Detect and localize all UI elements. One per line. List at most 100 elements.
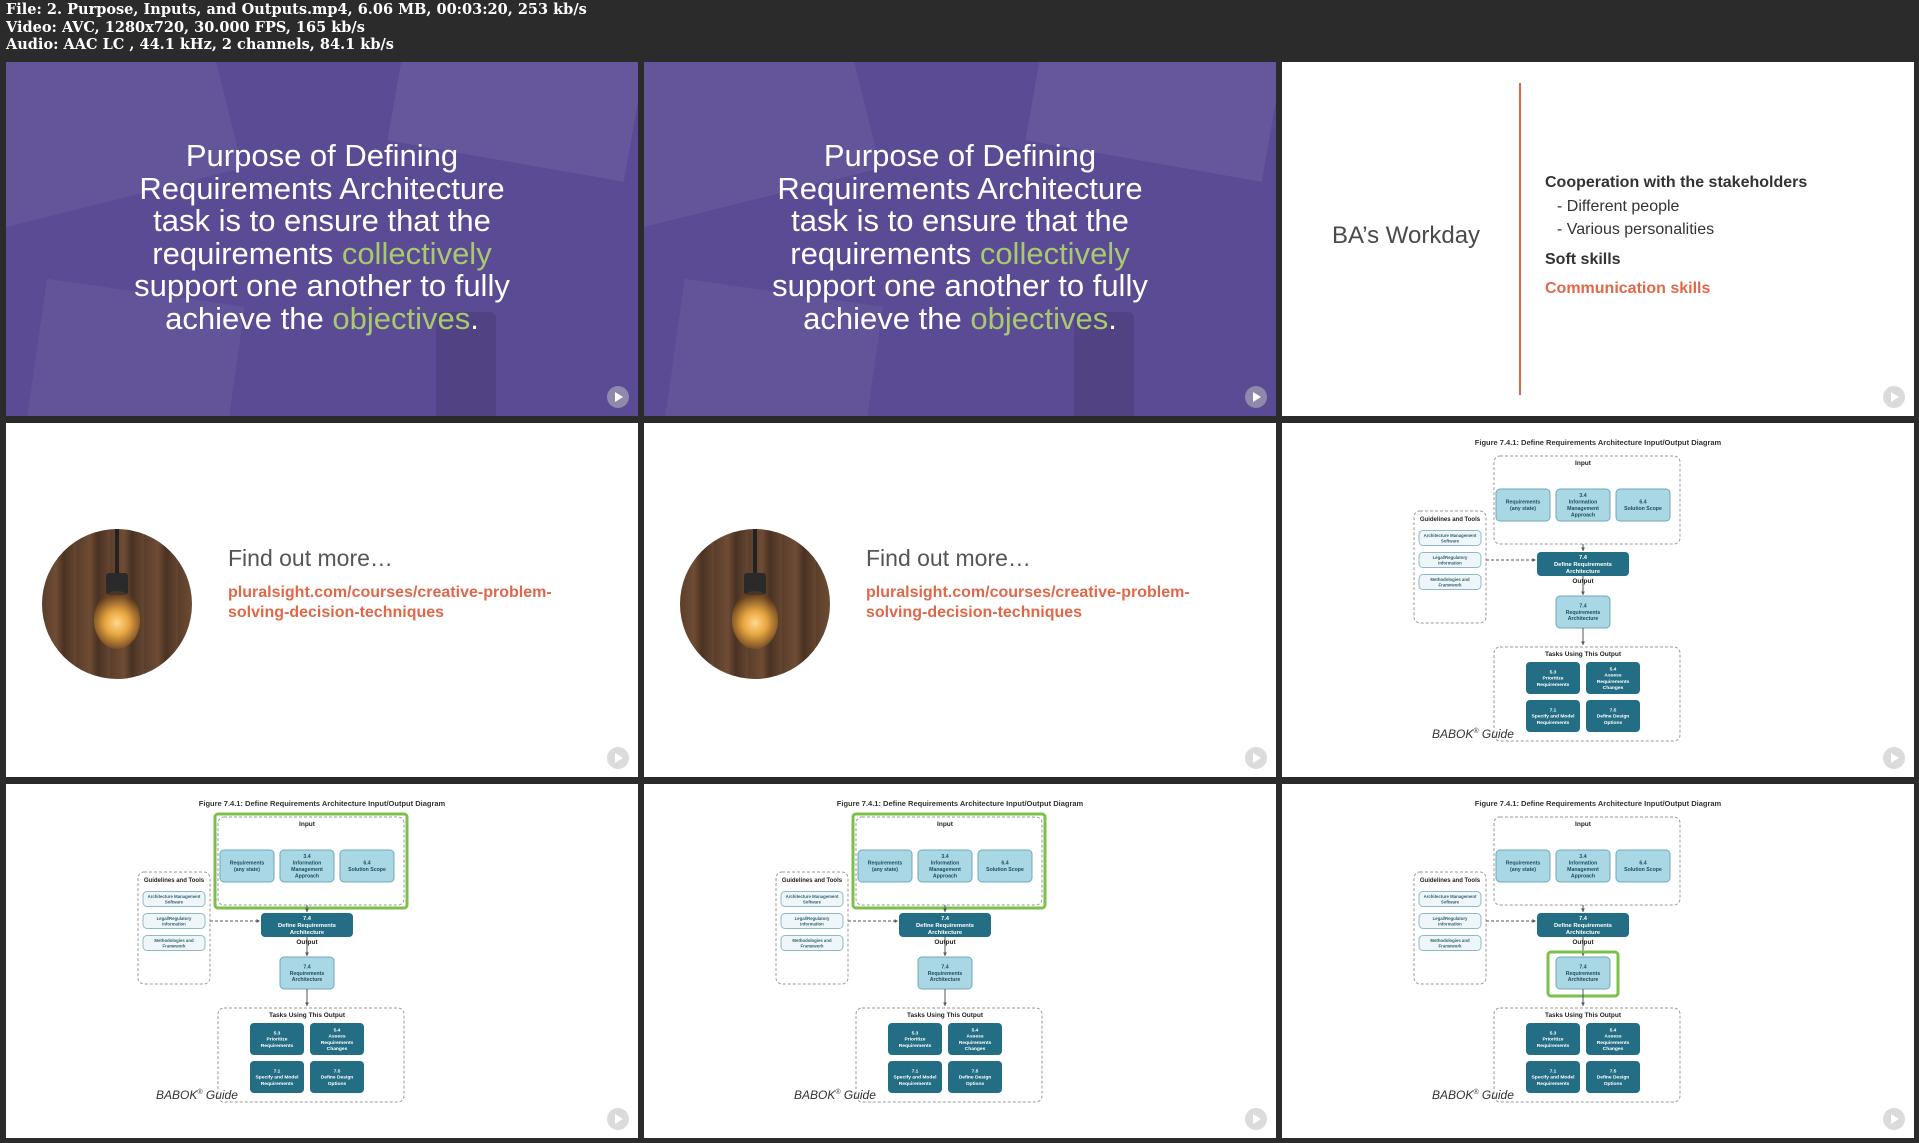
- downstream-task-box-text: 5.4: [1610, 667, 1617, 673]
- input-box-text: 3.4: [1579, 493, 1586, 499]
- play-icon: [607, 1108, 629, 1130]
- task-box-text: Architecture: [1566, 930, 1601, 936]
- thumbnail-purpose-slide-1[interactable]: Purpose of Defining Requirements Archite…: [6, 62, 638, 416]
- task-box-text: 7.4: [1579, 916, 1588, 922]
- input-box-text: Information: [931, 861, 960, 867]
- input-box-text: 6.4: [363, 861, 370, 867]
- input-box-text: Approach: [933, 873, 957, 879]
- downstream-task-box-text: 7.5: [1610, 1069, 1617, 1075]
- babok-guide-label: BABOK® Guide: [1432, 727, 1514, 741]
- downstream-task-box-text: Options: [1604, 720, 1623, 726]
- output-box-text: 7.4: [1579, 964, 1586, 970]
- play-icon: [1883, 1108, 1905, 1130]
- babok-guide-label: BABOK® Guide: [156, 1088, 238, 1102]
- downstream-task-box-text: 7.5: [334, 1069, 341, 1075]
- output-box-text: Requirements: [1566, 610, 1601, 616]
- task-box-text: 7.4: [303, 916, 312, 922]
- task-box-text: 7.4: [941, 916, 950, 922]
- io-diagram: Figure 7.4.1: Define Requirements Archit…: [1413, 438, 1722, 742]
- thumbnail-find-more-1[interactable]: Find out more… pluralsight.com/courses/c…: [6, 423, 638, 777]
- downstream-task-box-text: Prioritize: [1543, 676, 1564, 682]
- downstream-task-box-text: Options: [1604, 1081, 1623, 1087]
- downstream-task-box-text: Prioritize: [267, 1037, 288, 1043]
- downstream-task-box-text: 5.4: [1610, 1028, 1617, 1034]
- guideline-box-text: Framework: [1439, 943, 1463, 948]
- input-box-text: 6.4: [1639, 500, 1646, 506]
- io-diagram: Figure 7.4.1: Define Requirements Archit…: [137, 799, 446, 1103]
- guideline-box-text: Information: [1438, 921, 1462, 926]
- guideline-box-text: Software: [1441, 538, 1460, 543]
- thumbnail-diagram-2[interactable]: Figure 7.4.1: Define Requirements Archit…: [6, 784, 638, 1138]
- play-icon: [1245, 747, 1267, 769]
- purpose-text: Purpose of Defining Requirements Archite…: [134, 138, 510, 336]
- input-label: Input: [1575, 821, 1592, 828]
- thumbnail-diagram-3[interactable]: Figure 7.4.1: Define Requirements Archit…: [644, 784, 1276, 1138]
- input-box-text: (any state): [234, 867, 260, 873]
- diagram-caption: Figure 7.4.1: Define Requirements Archit…: [1475, 799, 1722, 808]
- downstream-task-box-text: 5.3: [912, 1031, 919, 1037]
- task-box-text: Define Requirements: [1554, 562, 1612, 568]
- downstream-task-box-text: Options: [966, 1081, 985, 1087]
- input-box-text: Approach: [1571, 873, 1595, 879]
- downstream-task-box-text: 5.3: [1550, 1031, 1557, 1037]
- thumbnail-diagram-4[interactable]: Figure 7.4.1: Define Requirements Archit…: [1282, 784, 1914, 1138]
- guideline-box-text: Legal/Regulatory: [157, 916, 192, 921]
- thumbnail-workday-slide[interactable]: BA’s Workday Cooperation with the stakeh…: [1282, 62, 1914, 416]
- input-label: Input: [299, 821, 316, 828]
- guideline-box-text: Legal/Regulatory: [1433, 555, 1468, 560]
- thumbnail-find-more-2[interactable]: Find out more… pluralsight.com/courses/c…: [644, 423, 1276, 777]
- input-label: Input: [937, 821, 954, 828]
- io-diagram: Figure 7.4.1: Define Requirements Archit…: [775, 799, 1084, 1103]
- input-box-text: Management: [1567, 867, 1599, 873]
- task-box-text: Define Requirements: [1554, 923, 1612, 929]
- guidelines-arrow-head: [1532, 919, 1536, 923]
- guideline-box-text: Architecture Management: [1424, 894, 1477, 899]
- course-link[interactable]: pluralsight.com/courses/creative-problem…: [228, 583, 552, 623]
- tasks-label: Tasks Using This Output: [269, 1012, 346, 1019]
- tasks-label: Tasks Using This Output: [907, 1012, 984, 1019]
- guideline-box-text: Information: [800, 921, 824, 926]
- diagram-caption: Figure 7.4.1: Define Requirements Archit…: [1475, 438, 1722, 447]
- guideline-box-text: Software: [1441, 899, 1460, 904]
- guidelines-arrow-head: [1532, 558, 1536, 562]
- play-icon: [1883, 386, 1905, 408]
- input-box-text: Solution Scope: [1624, 506, 1662, 512]
- thumbnail-purpose-slide-2[interactable]: Purpose of Defining Requirements Archite…: [644, 62, 1276, 416]
- downstream-task-box-text: Define Design: [321, 1075, 354, 1081]
- downstream-task-box-text: Changes: [327, 1046, 348, 1052]
- downstream-task-box-text: 5.3: [1550, 670, 1557, 676]
- input-box-text: 3.4: [941, 854, 948, 860]
- downstream-task-box-text: Requirements: [1597, 1040, 1630, 1046]
- downstream-task-box-text: 7.1: [912, 1069, 919, 1075]
- play-icon: [607, 747, 629, 769]
- play-icon: [607, 386, 629, 408]
- task-arrow-head: [305, 952, 309, 956]
- workday-title: BA’s Workday: [1332, 222, 1481, 249]
- downstream-task-box-text: Requirements: [1537, 682, 1570, 688]
- output-box-text: Architecture: [1568, 977, 1599, 983]
- output-box-text: Requirements: [290, 971, 325, 977]
- guideline-box-text: Software: [165, 899, 184, 904]
- task-box-text: Define Requirements: [278, 923, 336, 929]
- downstream-task-box-text: Requirements: [899, 1043, 932, 1049]
- light-bulb-image: [680, 529, 830, 679]
- downstream-task-box-text: Prioritize: [905, 1037, 926, 1043]
- task-arrow-head: [943, 952, 947, 956]
- downstream-task-box-text: Changes: [1603, 1046, 1624, 1052]
- output-box-text: 7.4: [1579, 603, 1586, 609]
- output-box-text: Architecture: [1568, 616, 1599, 622]
- guideline-box-text: Software: [803, 899, 822, 904]
- output-box-text: 7.4: [303, 964, 310, 970]
- guideline-box-text: Architecture Management: [148, 894, 201, 899]
- course-link[interactable]: pluralsight.com/courses/creative-problem…: [866, 583, 1190, 623]
- guidelines-label: Guidelines and Tools: [1420, 517, 1481, 523]
- thumbnail-diagram-1[interactable]: Figure 7.4.1: Define Requirements Archit…: [1282, 423, 1914, 777]
- input-box-text: Information: [1569, 861, 1598, 867]
- output-arrow-head: [1581, 1002, 1585, 1006]
- guideline-box-text: Legal/Regulatory: [795, 916, 830, 921]
- downstream-task-box-text: 7.1: [1550, 708, 1557, 714]
- downstream-task-box-text: Assess: [328, 1034, 345, 1040]
- tasks-label: Tasks Using This Output: [1545, 1012, 1622, 1019]
- downstream-task-box-text: Assess: [1604, 1034, 1621, 1040]
- input-arrow-head: [305, 908, 309, 912]
